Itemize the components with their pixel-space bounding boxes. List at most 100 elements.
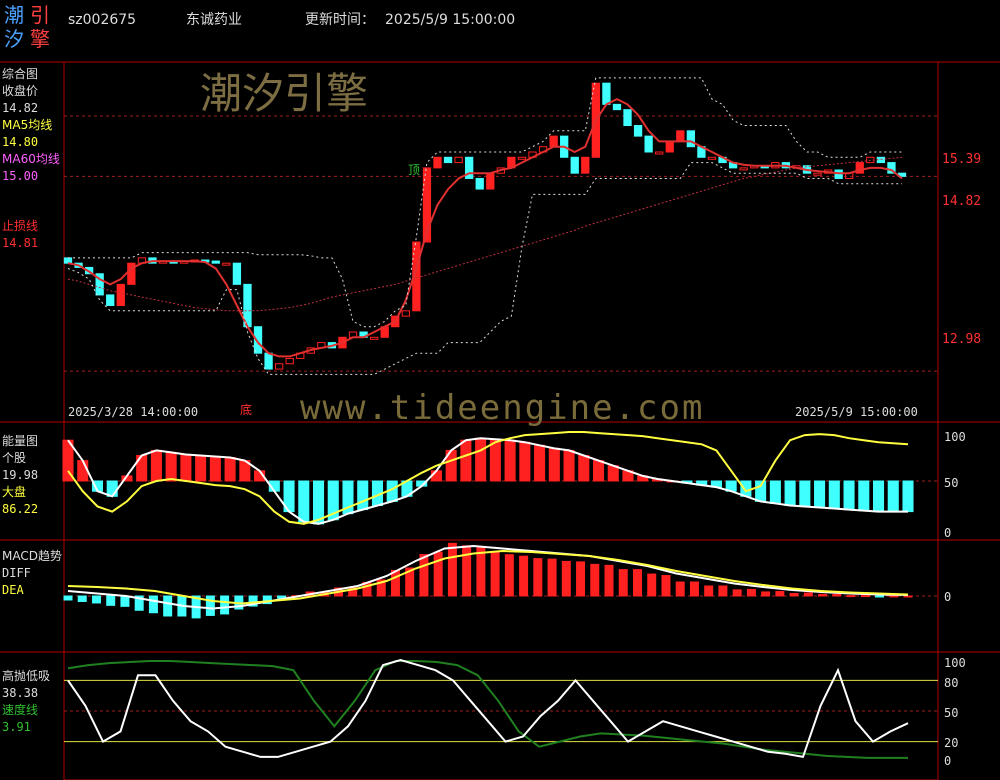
osc-value: 38.38 [2, 686, 39, 700]
energy-bar-25 [430, 470, 442, 482]
energy-bar-49 [784, 480, 796, 506]
candle-58 [676, 130, 685, 142]
candle-0 [63, 257, 73, 264]
energy-bar-20 [357, 480, 369, 511]
macd-bar-30 [490, 550, 500, 597]
energy-bar-53 [843, 480, 855, 511]
candle-49 [581, 156, 590, 174]
band-upper [68, 77, 902, 328]
macd-bar-33 [533, 558, 543, 597]
energy-bar-55 [872, 480, 885, 513]
candle-43 [517, 156, 527, 160]
macd-bar-10 [205, 595, 215, 616]
macd-bar-47 [732, 589, 742, 597]
energy-bar-28 [475, 437, 487, 482]
macd-bar-0 [63, 595, 73, 601]
energy-bar-50 [799, 480, 811, 507]
candle-59 [686, 130, 696, 148]
watermark-title: 潮汐引擎 [200, 69, 369, 118]
candle-14 [211, 260, 220, 264]
macd-bar-25 [419, 554, 429, 597]
macd-bar-31 [504, 554, 514, 597]
candle-73 [834, 169, 843, 179]
ma60-value: 15.00 [2, 169, 39, 183]
candle-19 [264, 352, 273, 370]
energy-bar-3 [106, 480, 118, 497]
watermark-site: www.tideengine.com [300, 388, 705, 428]
energy-bar-7 [165, 451, 177, 482]
candle-52 [612, 103, 622, 111]
macd-bar-57 [875, 595, 885, 598]
energy-bar-32 [534, 444, 546, 482]
candle-35 [433, 156, 442, 169]
candle-61 [707, 156, 717, 160]
osc-tick-50: 50 [944, 706, 959, 720]
energy-bar-48 [769, 480, 781, 504]
candle-36 [443, 156, 453, 164]
energy-bar-10 [209, 456, 221, 482]
candle-55 [644, 135, 653, 153]
macd-bar-36 [576, 561, 586, 597]
macd-bar-7 [163, 595, 173, 617]
macd-bar-34 [547, 558, 557, 597]
macd-bar-46 [718, 585, 728, 597]
energy-bar-35 [578, 455, 590, 482]
macd-dea-label: DEA [2, 583, 24, 597]
macd-bar-49 [761, 591, 771, 597]
candle-39 [475, 177, 484, 190]
panel-frame-3 [63, 651, 939, 780]
energy-bar-27 [460, 439, 472, 482]
osc-tick-80: 80 [944, 676, 959, 690]
candle-32 [401, 310, 410, 317]
stop-loss-value: 14.81 [2, 236, 39, 250]
macd-bar-50 [775, 590, 785, 597]
energy-bar-1 [77, 460, 89, 482]
macd-bar-52 [803, 592, 813, 597]
energy-bar-8 [180, 453, 192, 482]
macd-bar-3 [106, 595, 116, 606]
ma5-label: MA5均线 [2, 118, 53, 132]
candle-4 [106, 294, 115, 307]
macd-bar-56 [860, 595, 870, 598]
energy-bar-56 [887, 480, 899, 513]
ma5-line [67, 97, 903, 358]
macd-bar-53 [818, 593, 828, 597]
close-value: 14.82 [2, 101, 39, 115]
energy-market-label: 大盘 [2, 485, 27, 499]
macd-bar-48 [746, 588, 756, 597]
candle-64 [739, 167, 748, 171]
osc-tick-100: 100 [944, 656, 966, 670]
candle-37 [454, 156, 463, 164]
energy-market-value: 86.22 [2, 502, 39, 516]
energy-bar-46 [740, 480, 752, 497]
candle-46 [549, 135, 558, 148]
price-tick-high: 15.39 [942, 152, 982, 167]
energy-bar-52 [828, 480, 840, 510]
macd-bar-23 [390, 569, 400, 597]
macd-bar-27 [447, 542, 457, 597]
candle-57 [665, 140, 674, 153]
macd-bar-55 [846, 595, 856, 598]
candle-5 [116, 283, 125, 307]
energy-tick-100: 100 [944, 430, 966, 444]
close-label: 收盘价 [2, 84, 39, 98]
macd-bar-38 [604, 564, 614, 597]
macd-bar-40 [632, 569, 642, 597]
energy-bar-11 [224, 457, 236, 482]
macd-diff-label: DIFF [2, 566, 31, 580]
energy-stock-label: 个股 [2, 451, 27, 465]
macd-tick-0: 0 [944, 590, 952, 604]
macd-bar-11 [220, 595, 230, 615]
osc-tick-0: 0 [944, 754, 952, 768]
top-marker: 顶 [408, 163, 421, 177]
candle-53 [623, 109, 632, 127]
ma60-label: MA60均线 [2, 152, 60, 166]
start-time-label: 2025/3/28 14:00:00 [68, 405, 199, 419]
price-tick-low: 12.98 [942, 332, 982, 347]
energy-bar-16 [298, 480, 310, 523]
energy-bar-30 [504, 439, 516, 482]
macd-bar-59 [903, 595, 913, 598]
energy-stock-value: 19.98 [2, 468, 39, 482]
energy-bar-37 [607, 465, 619, 482]
macd-bar-41 [647, 573, 657, 597]
